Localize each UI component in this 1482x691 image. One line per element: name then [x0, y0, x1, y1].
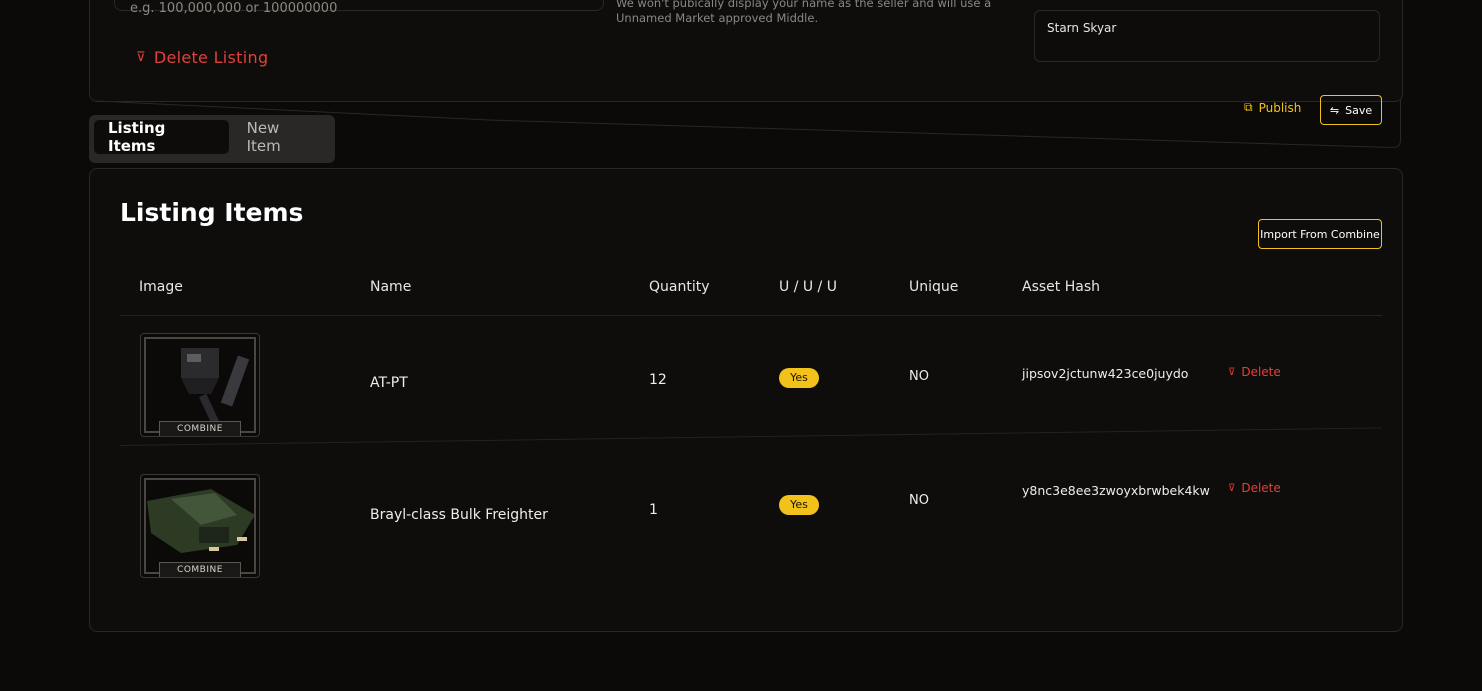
- item-image: COMBINE: [140, 333, 260, 437]
- publish-icon: ⧉: [1244, 100, 1253, 114]
- delete-item-label: Delete: [1241, 481, 1281, 495]
- trash-icon: ⊽: [136, 50, 146, 65]
- item-name: AT-PT: [370, 375, 408, 391]
- save-icon: ⇋: [1329, 103, 1340, 117]
- combine-brand: COMBINE: [159, 421, 241, 436]
- item-image: COMBINE: [140, 474, 260, 578]
- section-title: Listing Items: [120, 198, 304, 227]
- column-header-image: Image: [139, 279, 183, 295]
- publish-label: Publish: [1258, 100, 1302, 115]
- combine-brand: COMBINE: [159, 562, 241, 577]
- tab-new-item[interactable]: New Item: [233, 119, 330, 155]
- middle-note: We won't pubically display your name as …: [616, 0, 992, 25]
- unique-value: NO: [909, 369, 929, 384]
- save-button[interactable]: ⇋ Save: [1320, 95, 1382, 125]
- delete-listing-label: Delete Listing: [153, 48, 269, 67]
- item-name: Brayl-class Bulk Freighter: [370, 507, 548, 523]
- item-quantity: 12: [649, 372, 667, 388]
- uuu-badge: Yes: [779, 495, 819, 515]
- publish-button[interactable]: ⧉ Publish: [1244, 100, 1301, 115]
- trash-icon: ⊽: [1228, 482, 1236, 494]
- column-header-unique: Unique: [909, 279, 959, 295]
- save-label: Save: [1345, 103, 1373, 117]
- asset-hash: jipsov2jctunw423ce0juydo: [1022, 366, 1189, 381]
- header-divider: [120, 315, 1382, 316]
- image-frame: [144, 478, 256, 574]
- column-header-uuu: U / U / U: [779, 279, 837, 295]
- column-header-name: Name: [370, 279, 412, 295]
- delete-item-button[interactable]: ⊽ Delete: [1228, 365, 1281, 379]
- delete-item-button[interactable]: ⊽ Delete: [1228, 481, 1281, 495]
- uuu-badge: Yes: [779, 368, 819, 388]
- column-header-quantity: Quantity: [649, 279, 710, 295]
- asset-hash: y8nc3e8ee3zwoyxbrwbek4kw: [1022, 483, 1210, 498]
- trash-icon: ⊽: [1228, 366, 1236, 378]
- tab-listing-items[interactable]: Listing Items: [94, 119, 229, 155]
- delete-listing-button[interactable]: ⊽ Delete Listing: [136, 48, 268, 67]
- unique-value: NO: [909, 493, 929, 508]
- import-from-combine-button[interactable]: Import From Combine: [1258, 219, 1382, 249]
- listing-items-panel: [89, 168, 1403, 632]
- seller-name-input[interactable]: Starn Skyar: [1034, 10, 1380, 62]
- item-quantity: 1: [649, 502, 658, 518]
- image-frame: [144, 337, 256, 433]
- price-hint: e.g. 100,000,000 or 100000000: [130, 1, 338, 16]
- tab-bar: Listing Items New Item: [89, 115, 335, 163]
- delete-item-label: Delete: [1241, 365, 1281, 379]
- column-header-asset-hash: Asset Hash: [1022, 279, 1100, 295]
